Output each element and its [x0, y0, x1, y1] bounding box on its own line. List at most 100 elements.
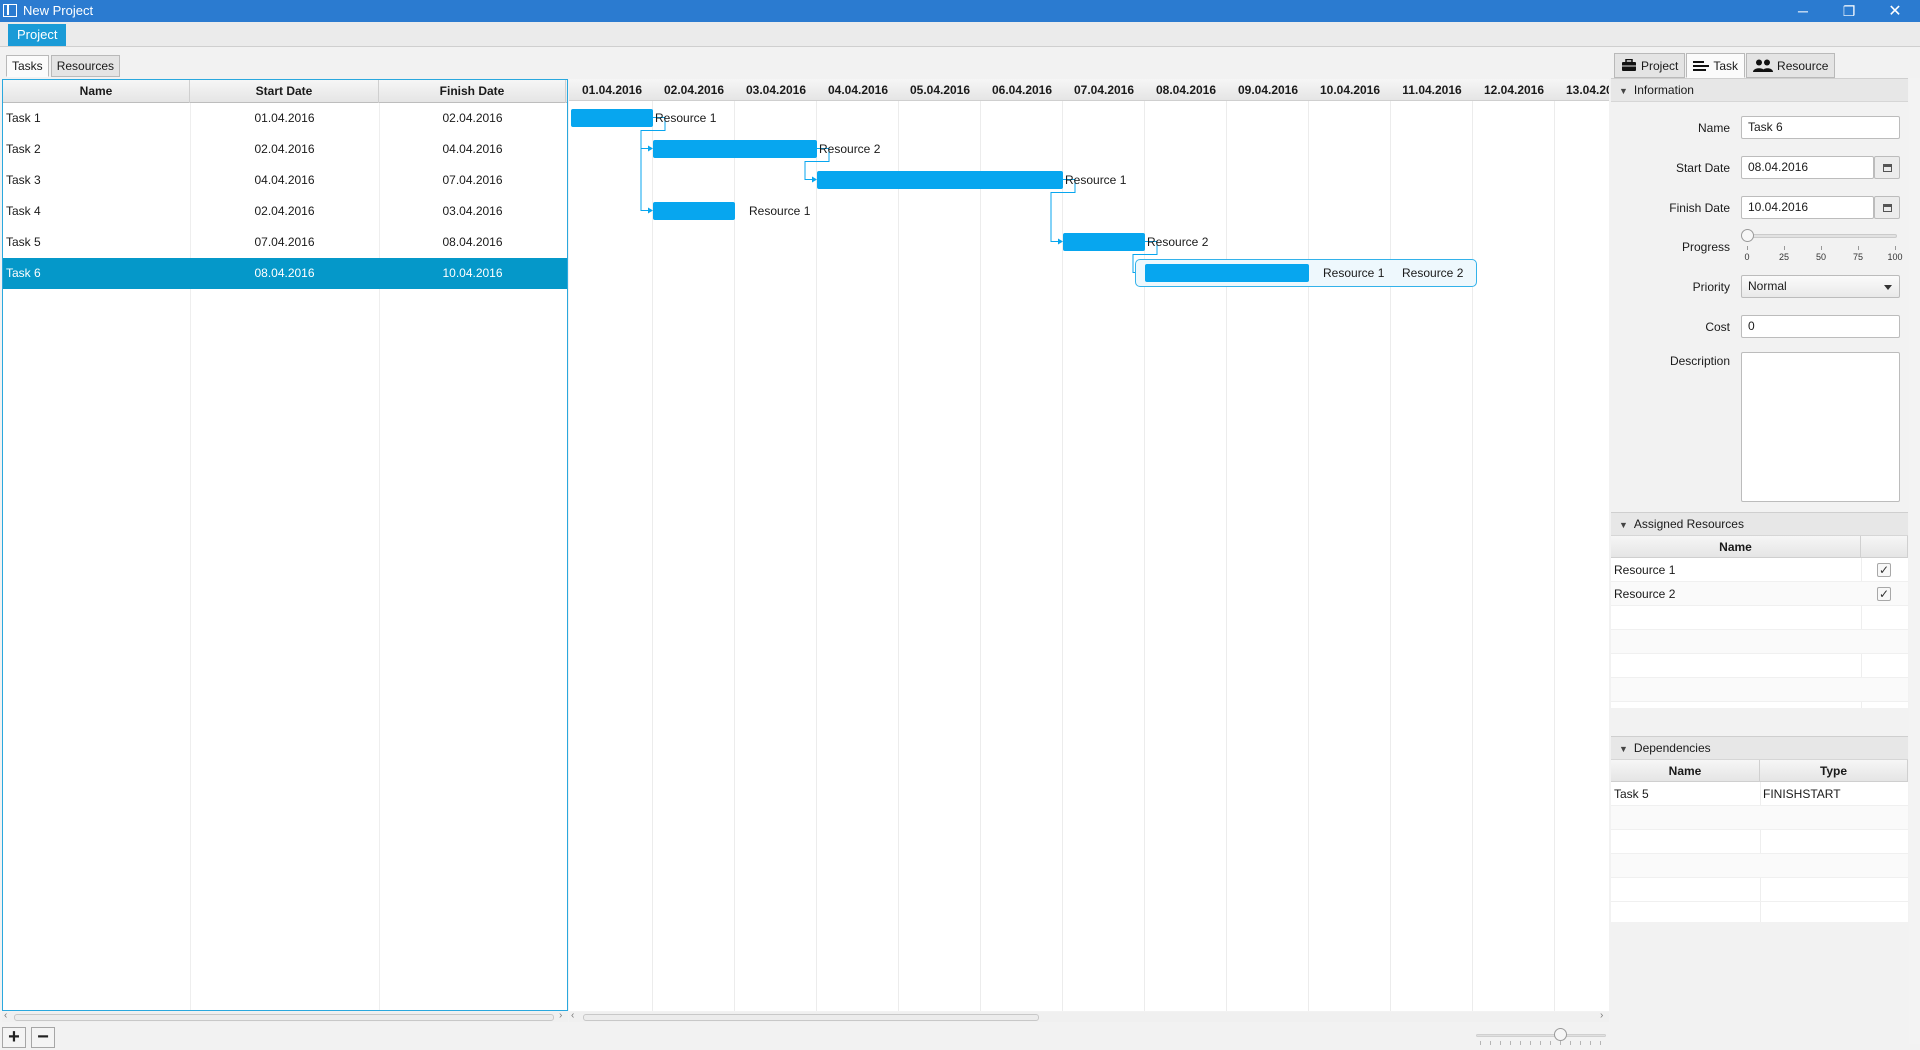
menu-project[interactable]: Project	[8, 24, 67, 46]
scroll-right-arrow-icon[interactable]: ›	[559, 1010, 562, 1021]
start-date-label: Start Date	[1675, 161, 1730, 175]
collapse-triangle-icon: ▼	[1619, 744, 1628, 754]
tab-resource-label: Resource	[1777, 58, 1829, 73]
collapse-triangle-icon: ▼	[1619, 520, 1628, 530]
left-tab-bar: Tasks Resources	[6, 55, 122, 77]
task-table-hscrollbar[interactable]: ‹ ›	[2, 1010, 568, 1022]
progress-slider-thumb[interactable]	[1741, 229, 1754, 242]
table-row[interactable]: Resource 1 ✓	[1611, 558, 1908, 582]
task-start-cell: 07.04.2016	[254, 235, 315, 249]
close-button[interactable]: ✕	[1872, 0, 1918, 22]
scroll-thumb[interactable]	[14, 1014, 554, 1021]
priority-select[interactable]: Normal	[1741, 275, 1900, 298]
gantt-grid-line	[1308, 101, 1309, 1011]
tab-resources[interactable]: Resources	[50, 55, 121, 77]
gantt-date-header: 01.04.2016 02.04.2016 03.04.2016 04.04.2016…	[569, 79, 1609, 101]
gantt-date-label: 08.04.2016	[1155, 83, 1217, 97]
task-name-cell: Task 5	[6, 235, 41, 249]
add-task-button[interactable]: +	[2, 1027, 26, 1048]
name-field[interactable]: Task 6	[1741, 116, 1900, 139]
tab-project[interactable]: Project	[1614, 53, 1686, 78]
column-header-name[interactable]: Name	[1611, 760, 1760, 782]
briefcase-icon	[1622, 59, 1636, 71]
resource-assigned-checkbox[interactable]: ✓	[1877, 587, 1891, 601]
empty-table-row	[1611, 630, 1908, 654]
table-row[interactable]: Task 3 04.04.2016 07.04.2016	[3, 165, 567, 196]
table-row-selected[interactable]: Task 6 08.04.2016 10.04.2016	[3, 258, 567, 289]
progress-label: Progress	[1681, 240, 1730, 254]
progress-tick	[1895, 246, 1896, 250]
finish-date-calendar-button[interactable]	[1874, 196, 1900, 219]
dependency-name-cell: Task 5	[1614, 787, 1649, 801]
gantt-bar[interactable]	[571, 108, 653, 127]
task-start-cell: 02.04.2016	[254, 142, 315, 156]
task-start-cell: 02.04.2016	[254, 204, 315, 218]
task-start-cell: 01.04.2016	[254, 111, 315, 125]
tab-tasks[interactable]: Tasks	[6, 55, 49, 77]
gantt-bar[interactable]	[1063, 232, 1145, 251]
zoom-slider[interactable]	[1476, 1028, 1606, 1045]
empty-table-row	[1611, 878, 1908, 902]
dependencies-section-header[interactable]: ▼ Dependencies	[1611, 736, 1908, 760]
gantt-grid-line	[734, 101, 735, 1011]
task-name-cell: Task 2	[6, 142, 41, 156]
information-section-header[interactable]: ▼ Information	[1611, 78, 1908, 102]
task-table: Name Start Date Finish Date Task 1 01.04…	[2, 79, 568, 1011]
dependency-type-cell: FINISHSTART	[1763, 787, 1841, 801]
finish-date-field[interactable]: 10.04.2016	[1741, 196, 1874, 219]
resource-name-cell: Resource 1	[1614, 563, 1676, 577]
column-header-finish-date[interactable]: Finish Date	[379, 80, 566, 103]
column-header-assigned[interactable]	[1861, 536, 1908, 558]
scroll-thumb[interactable]	[583, 1014, 1039, 1021]
remove-task-button[interactable]: −	[31, 1027, 55, 1048]
gantt-resource-label: Resource 1	[749, 203, 811, 218]
column-header-type[interactable]: Type	[1760, 760, 1908, 782]
progress-tick-label: 50	[1815, 252, 1827, 262]
gantt-date-label: 10.04.2016	[1319, 83, 1381, 97]
assigned-resources-header-label: Assigned Resources	[1633, 517, 1744, 531]
column-header-start-date[interactable]: Start Date	[190, 80, 379, 103]
start-date-field[interactable]: 08.04.2016	[1741, 156, 1874, 179]
zoom-slider-thumb[interactable]	[1554, 1028, 1567, 1041]
table-row[interactable]: Task 5 07.04.2016 08.04.2016	[3, 227, 567, 258]
column-header-name[interactable]: Name	[1611, 536, 1861, 558]
task-start-cell: 04.04.2016	[254, 173, 315, 187]
description-textarea[interactable]	[1741, 352, 1900, 502]
tab-resource[interactable]: Resource	[1746, 53, 1836, 78]
progress-tick-label: 25	[1778, 252, 1790, 262]
title-bar: New Project ─ ❐ ✕	[0, 0, 1920, 22]
scroll-right-arrow-icon[interactable]: ›	[1600, 1010, 1603, 1021]
gantt-date-label: 13.04.2016	[1565, 83, 1609, 97]
scroll-left-arrow-icon[interactable]: ‹	[4, 1010, 7, 1021]
gantt-date-label: 02.04.2016	[663, 83, 725, 97]
restore-button[interactable]: ❐	[1826, 0, 1872, 22]
task-details-panel: ▼ Information Name Task 6 Start Date 08.0…	[1611, 78, 1908, 1044]
empty-table-row	[1611, 830, 1908, 854]
right-panel-vscrollbar[interactable]	[1909, 78, 1920, 1044]
task-finish-cell: 08.04.2016	[442, 235, 503, 249]
gantt-bar[interactable]	[817, 170, 1063, 189]
resource-assigned-checkbox[interactable]: ✓	[1877, 563, 1891, 577]
table-row[interactable]: Task 1 01.04.2016 02.04.2016	[3, 103, 567, 134]
table-row[interactable]: Task 2 02.04.2016 04.04.2016	[3, 134, 567, 165]
table-row[interactable]: Task 5 FINISHSTART	[1611, 782, 1908, 806]
gantt-resource-label: Resource 1	[1065, 172, 1127, 187]
gantt-bar[interactable]	[653, 139, 817, 158]
table-row[interactable]: Task 4 02.04.2016 03.04.2016	[3, 196, 567, 227]
assigned-resources-section-header[interactable]: ▼ Assigned Resources	[1611, 512, 1908, 536]
column-header-name[interactable]: Name	[3, 80, 190, 103]
gantt-bar[interactable]	[1145, 263, 1309, 282]
start-date-calendar-button[interactable]	[1874, 156, 1900, 179]
minimize-button[interactable]: ─	[1780, 0, 1826, 22]
task-finish-cell: 03.04.2016	[442, 204, 503, 218]
gantt-grid-line	[1472, 101, 1473, 1011]
tab-task[interactable]: Task	[1686, 53, 1746, 78]
gantt-hscrollbar[interactable]: ‹ ›	[569, 1010, 1609, 1022]
gantt-bar[interactable]	[653, 201, 735, 220]
cost-field[interactable]: 0	[1741, 315, 1900, 338]
gantt-grid-line	[980, 101, 981, 1011]
table-row[interactable]: Resource 2 ✓	[1611, 582, 1908, 606]
window-title: New Project	[23, 3, 94, 18]
scroll-left-arrow-icon[interactable]: ‹	[571, 1010, 574, 1021]
tab-task-label: Task	[1713, 58, 1739, 73]
